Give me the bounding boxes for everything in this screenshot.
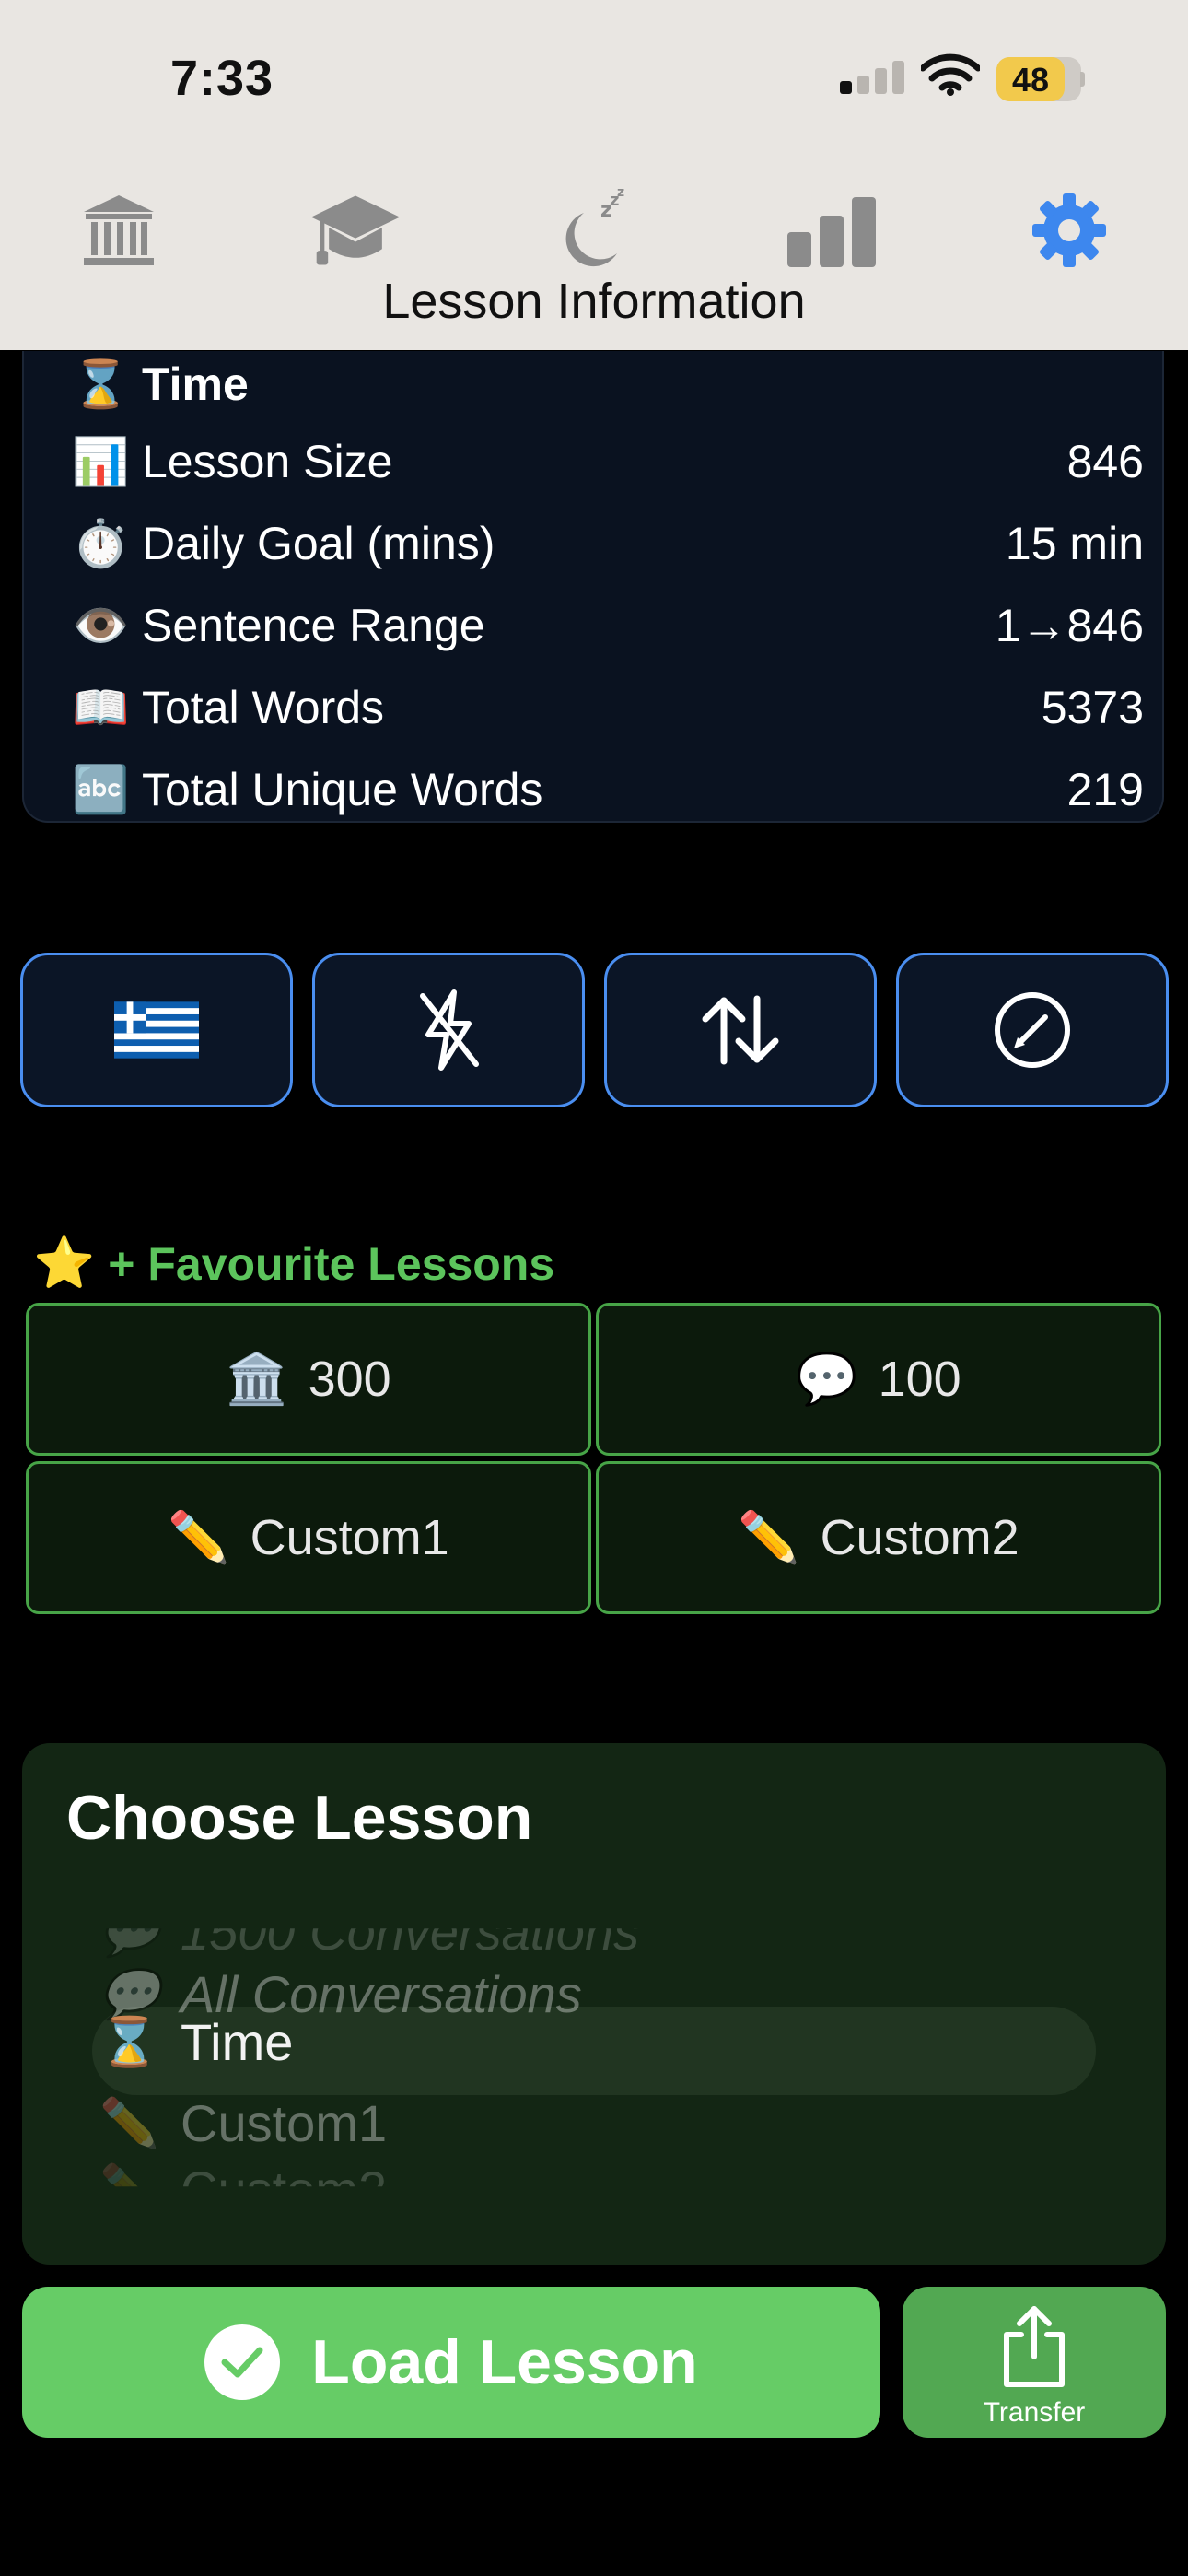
picker-item-label: 1500 Conversations (181, 1903, 640, 1961)
picker-item-label: Time (181, 2013, 294, 2071)
favourite-lesson-button[interactable]: 🏛️ 300 (26, 1303, 591, 1456)
favourite-label: 300 (308, 1352, 391, 1407)
cellular-signal-icon (840, 61, 906, 94)
picker-item[interactable]: ✏️ Custom1 (99, 2093, 387, 2153)
info-label: Total Unique Words (142, 764, 543, 815)
pencil-icon: ✏️ (99, 2163, 159, 2217)
info-value: 15 min (1005, 518, 1144, 569)
battery-level: 48 (1011, 61, 1050, 99)
info-row-lesson-size: 📊 Lesson Size 846 (72, 425, 1144, 498)
picker-item-label: Custom2 (181, 2160, 388, 2219)
add-favourite-lessons-button[interactable]: ⭐ + Favourite Lessons (33, 1235, 554, 1293)
pencil-icon: ✏️ (738, 1509, 800, 1565)
info-row-sentence-range: 👁️ Sentence Range 1→846 (72, 589, 1144, 662)
favourite-lesson-button[interactable]: 💬 100 (596, 1303, 1161, 1456)
museum-icon[interactable] (73, 184, 165, 276)
info-row-total-unique-words: 🔤 Total Unique Words 219 (72, 753, 1144, 826)
battery-icon: 48 (996, 57, 1085, 101)
picker-item-label: Custom1 (181, 2094, 388, 2152)
load-lesson-label: Load Lesson (311, 2327, 698, 2397)
info-value: 846 (1066, 436, 1144, 487)
language-button[interactable] (20, 953, 293, 1107)
choose-lesson-card: Choose Lesson 💬 1500 Conversations 💬 All… (22, 1743, 1166, 2265)
load-lesson-button[interactable]: Load Lesson (22, 2287, 880, 2438)
picker-item[interactable]: 💬 1500 Conversations (99, 1903, 640, 1961)
svg-text:z: z (617, 189, 624, 200)
transfer-label: Transfer (983, 2397, 1086, 2428)
sleep-moon-icon[interactable]: z z z (548, 184, 640, 276)
bar-chart-emoji-icon: 📊 (72, 435, 130, 487)
flash-toggle-button[interactable] (312, 953, 585, 1107)
status-time: 7:33 (170, 51, 274, 106)
greek-flag-icon (114, 1001, 199, 1059)
swap-direction-button[interactable] (604, 953, 877, 1107)
gear-icon[interactable] (1023, 184, 1115, 276)
favourite-lesson-button[interactable]: ✏️ Custom1 (26, 1461, 591, 1614)
wifi-icon (919, 53, 982, 100)
picker-item[interactable]: ✏️ Custom2 (99, 2160, 388, 2219)
speech-bubble-icon: 💬 (99, 1905, 159, 1959)
favourite-label: 100 (878, 1352, 961, 1407)
share-icon (1004, 2306, 1065, 2387)
info-label: Sentence Range (142, 600, 485, 651)
lesson-info-card: ⌛ Time 📊 Lesson Size 846 ⏱️ Daily Goal (… (22, 351, 1164, 823)
abc-icon: 🔤 (72, 763, 130, 815)
info-value: 219 (1066, 764, 1144, 815)
pencil-icon: ✏️ (99, 2097, 159, 2150)
picker-item-selected[interactable]: ⌛ Time (99, 2012, 293, 2072)
stopwatch-icon: ⏱️ (72, 517, 130, 569)
info-value: 1→846 (995, 600, 1144, 651)
info-row-daily-goal: ⏱️ Daily Goal (mins) 15 min (72, 507, 1144, 580)
lightning-off-icon (420, 989, 479, 1071)
open-book-icon: 📖 (72, 681, 130, 733)
edit-button[interactable] (896, 953, 1169, 1107)
eye-icon: 👁️ (72, 599, 130, 651)
info-title-row: ⌛ Time (72, 347, 1144, 421)
checkmark-icon (204, 2324, 281, 2400)
page-title: Lesson Information (382, 274, 806, 329)
hourglass-icon: ⌛ (99, 2016, 159, 2069)
choose-lesson-title: Choose Lesson (66, 1783, 533, 1853)
transfer-button[interactable]: Transfer (903, 2287, 1166, 2438)
up-down-arrows-icon (702, 995, 779, 1065)
info-row-total-words: 📖 Total Words 5373 (72, 671, 1144, 744)
info-title: Time (142, 358, 249, 410)
bar-chart-icon[interactable] (786, 184, 878, 276)
info-value: 5373 (1041, 682, 1144, 733)
favourite-label: Custom2 (820, 1510, 1019, 1565)
info-label: Daily Goal (mins) (142, 518, 495, 569)
info-label: Total Words (142, 682, 385, 733)
info-label: Lesson Size (142, 436, 393, 487)
favourite-lesson-button[interactable]: ✏️ Custom2 (596, 1461, 1161, 1614)
graduation-cap-icon[interactable] (309, 184, 402, 276)
speech-bubble-icon: 💬 (796, 1351, 858, 1407)
museum-emoji-icon: 🏛️ (226, 1351, 288, 1407)
hourglass-icon: ⌛ (72, 357, 130, 410)
favourites-header-label: + Favourite Lessons (108, 1237, 555, 1290)
favourite-label: Custom1 (250, 1510, 449, 1565)
star-icon: ⭐ (33, 1235, 96, 1291)
edit-circle-icon (995, 992, 1070, 1068)
pencil-icon: ✏️ (168, 1509, 230, 1565)
